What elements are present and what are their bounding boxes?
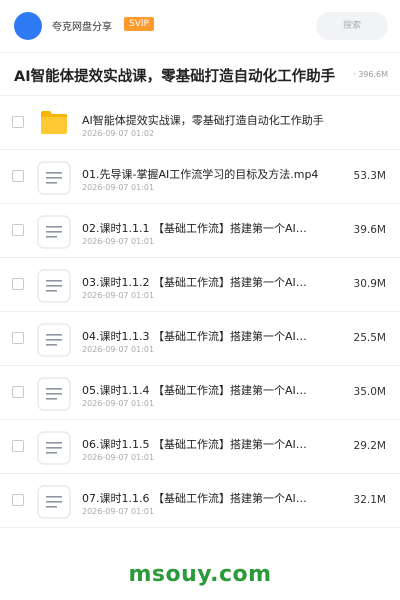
folder-icon — [40, 109, 68, 135]
file-date: 2026-09-07 01:01 — [82, 507, 155, 516]
file-size: 25.5M — [353, 332, 386, 344]
folder-title-bar: AI智能体提效实战课，零基础打造自动化工作助手 · 396.6M — [0, 52, 400, 96]
document-icon — [37, 377, 71, 411]
file-date: 2026-09-07 01:01 — [82, 399, 155, 408]
row-checkbox[interactable] — [12, 332, 24, 344]
folder-row[interactable]: AI智能体提效实战课，零基础打造自动化工作助手 2026-09-07 01:02 — [0, 96, 400, 150]
file-name: 03.课时1.1.2 【基础工作流】搭建第一个AI… — [82, 276, 307, 289]
file-size: 32.1M — [353, 494, 386, 506]
file-size: 39.6M — [353, 224, 386, 236]
file-row[interactable]: 05.课时1.1.4 【基础工作流】搭建第一个AI… 2026-09-07 01:… — [0, 366, 400, 420]
file-size: 35.0M — [353, 386, 386, 398]
file-row[interactable]: 03.课时1.1.2 【基础工作流】搭建第一个AI… 2026-09-07 01:… — [0, 258, 400, 312]
total-size: · 396.6M — [349, 70, 388, 79]
file-list: AI智能体提效实战课，零基础打造自动化工作助手 2026-09-07 01:02 0… — [0, 96, 400, 528]
document-icon — [37, 161, 71, 195]
file-date: 2026-09-07 01:02 — [82, 129, 155, 138]
file-date: 2026-09-07 01:01 — [82, 237, 155, 246]
file-size: 30.9M — [353, 278, 386, 290]
file-name: 04.课时1.1.3 【基础工作流】搭建第一个AI… — [82, 330, 307, 343]
file-name: 02.课时1.1.1 【基础工作流】搭建第一个AI… — [82, 222, 307, 235]
file-row[interactable]: 04.课时1.1.3 【基础工作流】搭建第一个AI… 2026-09-07 01:… — [0, 312, 400, 366]
file-name: 06.课时1.1.5 【基础工作流】搭建第一个AI… — [82, 438, 307, 451]
file-row[interactable]: 07.课时1.1.6 【基础工作流】搭建第一个AI… 2026-09-07 01:… — [0, 474, 400, 528]
document-icon — [37, 269, 71, 303]
row-checkbox[interactable] — [12, 494, 24, 506]
file-name: AI智能体提效实战课，零基础打造自动化工作助手 — [82, 114, 324, 127]
file-name: 05.课时1.1.4 【基础工作流】搭建第一个AI… — [82, 384, 307, 397]
file-name: 07.课时1.1.6 【基础工作流】搭建第一个AI… — [82, 492, 307, 505]
row-checkbox[interactable] — [12, 170, 24, 182]
file-row[interactable]: 06.课时1.1.5 【基础工作流】搭建第一个AI… 2026-09-07 01:… — [0, 420, 400, 474]
page-title: AI智能体提效实战课，零基础打造自动化工作助手 — [14, 69, 336, 85]
row-checkbox[interactable] — [12, 224, 24, 236]
app-name: 夸克网盘分享 — [52, 22, 112, 33]
file-name: 01.先导课-掌握AI工作流学习的目标及方法.mp4 — [82, 168, 319, 181]
file-date: 2026-09-07 01:01 — [82, 345, 155, 354]
row-checkbox[interactable] — [12, 440, 24, 452]
search-input[interactable]: 搜索 — [316, 12, 388, 40]
document-icon — [37, 215, 71, 249]
svip-badge: SVIP — [124, 17, 154, 31]
file-row[interactable]: 02.课时1.1.1 【基础工作流】搭建第一个AI… 2026-09-07 01:… — [0, 204, 400, 258]
row-checkbox[interactable] — [12, 278, 24, 290]
document-icon — [37, 485, 71, 519]
row-checkbox[interactable] — [12, 116, 24, 128]
app-header: 夸克网盘分享 SVIP 搜索 — [0, 0, 400, 52]
document-icon — [37, 323, 71, 357]
file-size: 29.2M — [353, 440, 386, 452]
row-checkbox[interactable] — [12, 386, 24, 398]
watermark: msouy.com — [128, 562, 272, 587]
file-row[interactable]: 01.先导课-掌握AI工作流学习的目标及方法.mp4 2026-09-07 01:… — [0, 150, 400, 204]
file-size: 53.3M — [353, 170, 386, 182]
file-date: 2026-09-07 01:01 — [82, 183, 155, 192]
avatar[interactable] — [14, 12, 42, 40]
file-date: 2026-09-07 01:01 — [82, 453, 155, 462]
document-icon — [37, 431, 71, 465]
file-date: 2026-09-07 01:01 — [82, 291, 155, 300]
